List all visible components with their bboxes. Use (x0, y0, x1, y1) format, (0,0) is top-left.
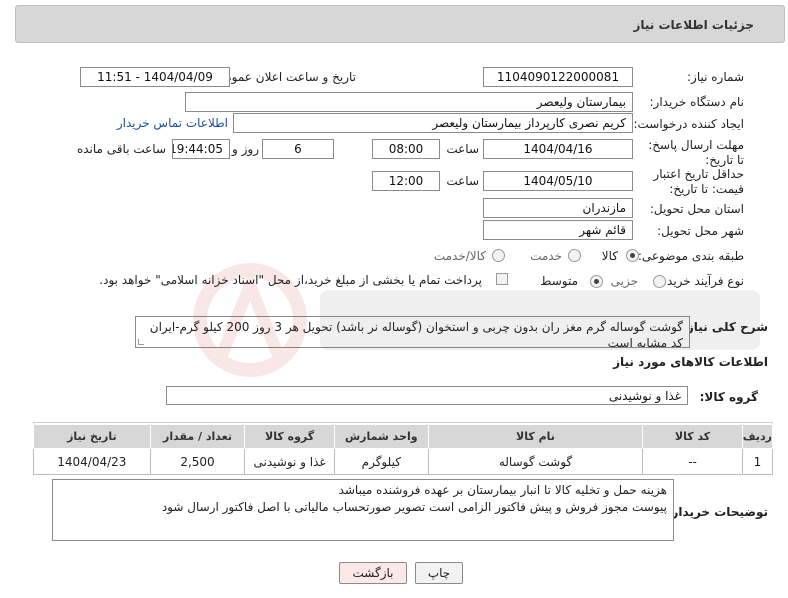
announce-label: تاریخ و ساعت اعلان عمومی: (211, 70, 356, 84)
col-header-unit: واحد شمارش (333, 424, 429, 449)
city-label: شهر محل تحویل: (657, 224, 744, 238)
treasury-payment-checkbox[interactable] (496, 273, 508, 285)
col-header-quantity: تعداد / مقدار (149, 424, 246, 449)
remaining-time-field[interactable]: 19:44:05 (172, 139, 230, 159)
province-label: استان محل تحویل: (649, 202, 744, 216)
creator-field[interactable]: کریم نصری کارپرداز بیمارستان ولیعصر (233, 113, 633, 133)
process-option-minor: جزیی (610, 274, 638, 288)
goods-info-title: اطلاعات کالاهای مورد نیاز (613, 355, 768, 369)
process-radio-minor[interactable] (653, 275, 666, 288)
col-header-name: نام کالا (427, 424, 644, 449)
need-number-field[interactable]: 1104090122000081 (483, 67, 633, 87)
table-row[interactable]: 1 -- گوشت گوساله کیلوگرم غذا و نوشیدنی 2… (33, 448, 774, 475)
description-textarea[interactable]: گوشت گوساله گرم مغز ران بدون چربی و استخ… (135, 316, 690, 348)
buyer-notes-line-1: هزینه حمل و تخلیه کالا تا انبار بیمارستا… (338, 483, 667, 497)
buyer-notes-line-2: پیوست مجوز فروش و پیش فاکتور الزامی است … (161, 500, 667, 514)
price-validity-label: حداقل تاریخ اعتبار قیمت: تا تاریخ: (653, 167, 744, 196)
col-header-code: کد کالا (642, 424, 743, 449)
reply-deadline-label: مهلت ارسال پاسخ: تا تاریخ: (648, 138, 744, 167)
col-header-date: تاریخ نیاز (33, 424, 151, 449)
need-number-label: شماره نیاز: (687, 70, 744, 84)
col-header-row-number: ردیف (741, 424, 774, 449)
cell-quantity: 2,500 (149, 448, 246, 475)
reply-date-field[interactable]: 1404/04/16 (483, 139, 633, 159)
cell-unit: کیلوگرم (333, 448, 429, 475)
items-table-header-row: ردیف کد کالا نام کالا واحد شمارش گروه کا… (33, 424, 774, 449)
process-label: نوع فرآیند خرید : (659, 274, 744, 288)
resize-handle-icon[interactable] (138, 339, 144, 345)
cell-group: غذا و نوشیدنی (244, 448, 335, 475)
days-field[interactable]: 6 (262, 139, 334, 159)
days-label: روز و (232, 142, 259, 156)
cell-code: -- (642, 448, 743, 475)
buyer-notes-label: توضیحات خریدار: (666, 505, 768, 519)
page-header: جزئیات اطلاعات نیاز (15, 5, 785, 43)
process-option-medium: متوسط (540, 274, 578, 288)
cell-name: گوشت گوساله (427, 448, 644, 475)
description-text: گوشت گوساله گرم مغز ران بدون چربی و استخ… (149, 320, 683, 348)
print-button[interactable]: چاپ (415, 562, 463, 584)
buyer-notes-textarea[interactable]: هزینه حمل و تخلیه کالا تا انبار بیمارستا… (52, 479, 674, 541)
description-label: شرح کلی نیاز: (682, 320, 768, 334)
city-field[interactable]: قائم شهر (483, 220, 633, 240)
items-table: ردیف کد کالا نام کالا واحد شمارش گروه کا… (33, 424, 774, 475)
category-option-goods: کالا (601, 249, 618, 263)
cell-row-number: 1 (741, 448, 774, 475)
col-header-group: گروه کالا (244, 424, 335, 449)
province-field[interactable]: مازندران (483, 198, 633, 218)
goods-group-label: گروه کالا: (699, 390, 758, 404)
category-label: طبقه بندی موضوعی: (637, 249, 744, 263)
price-time-field[interactable]: 12:00 (372, 171, 440, 191)
goods-group-field[interactable]: غذا و نوشیدنی (166, 386, 688, 405)
price-date-field[interactable]: 1404/05/10 (483, 171, 633, 191)
process-radio-medium[interactable] (590, 275, 603, 288)
creator-label: ایجاد کننده درخواست: (633, 117, 744, 131)
page-title: جزئیات اطلاعات نیاز (633, 18, 754, 32)
reply-time-field[interactable]: 08:00 (372, 139, 440, 159)
back-button[interactable]: بازگشت (339, 562, 407, 584)
category-option-both: کالا/خدمت (433, 249, 486, 263)
buyer-org-field[interactable]: بیمارستان ولیعصر (185, 92, 633, 112)
treasury-payment-note: پرداخت تمام یا بخشی از مبلغ خرید،از محل … (99, 273, 482, 287)
remaining-label: ساعت باقی مانده (76, 142, 166, 156)
buyer-org-label: نام دستگاه خریدار: (649, 95, 745, 109)
category-option-service: خدمت (530, 249, 562, 263)
cell-date: 1404/04/23 (33, 448, 151, 475)
price-time-label: ساعت (446, 174, 479, 188)
category-radio-both[interactable] (492, 249, 505, 262)
category-radio-service[interactable] (568, 249, 581, 262)
reply-time-label: ساعت (446, 142, 479, 156)
buyer-contact-link[interactable]: اطلاعات تماس خریدار (117, 116, 228, 130)
announce-field[interactable]: 1404/04/09 - 11:51 (80, 67, 230, 87)
category-radio-goods[interactable] (626, 249, 639, 262)
